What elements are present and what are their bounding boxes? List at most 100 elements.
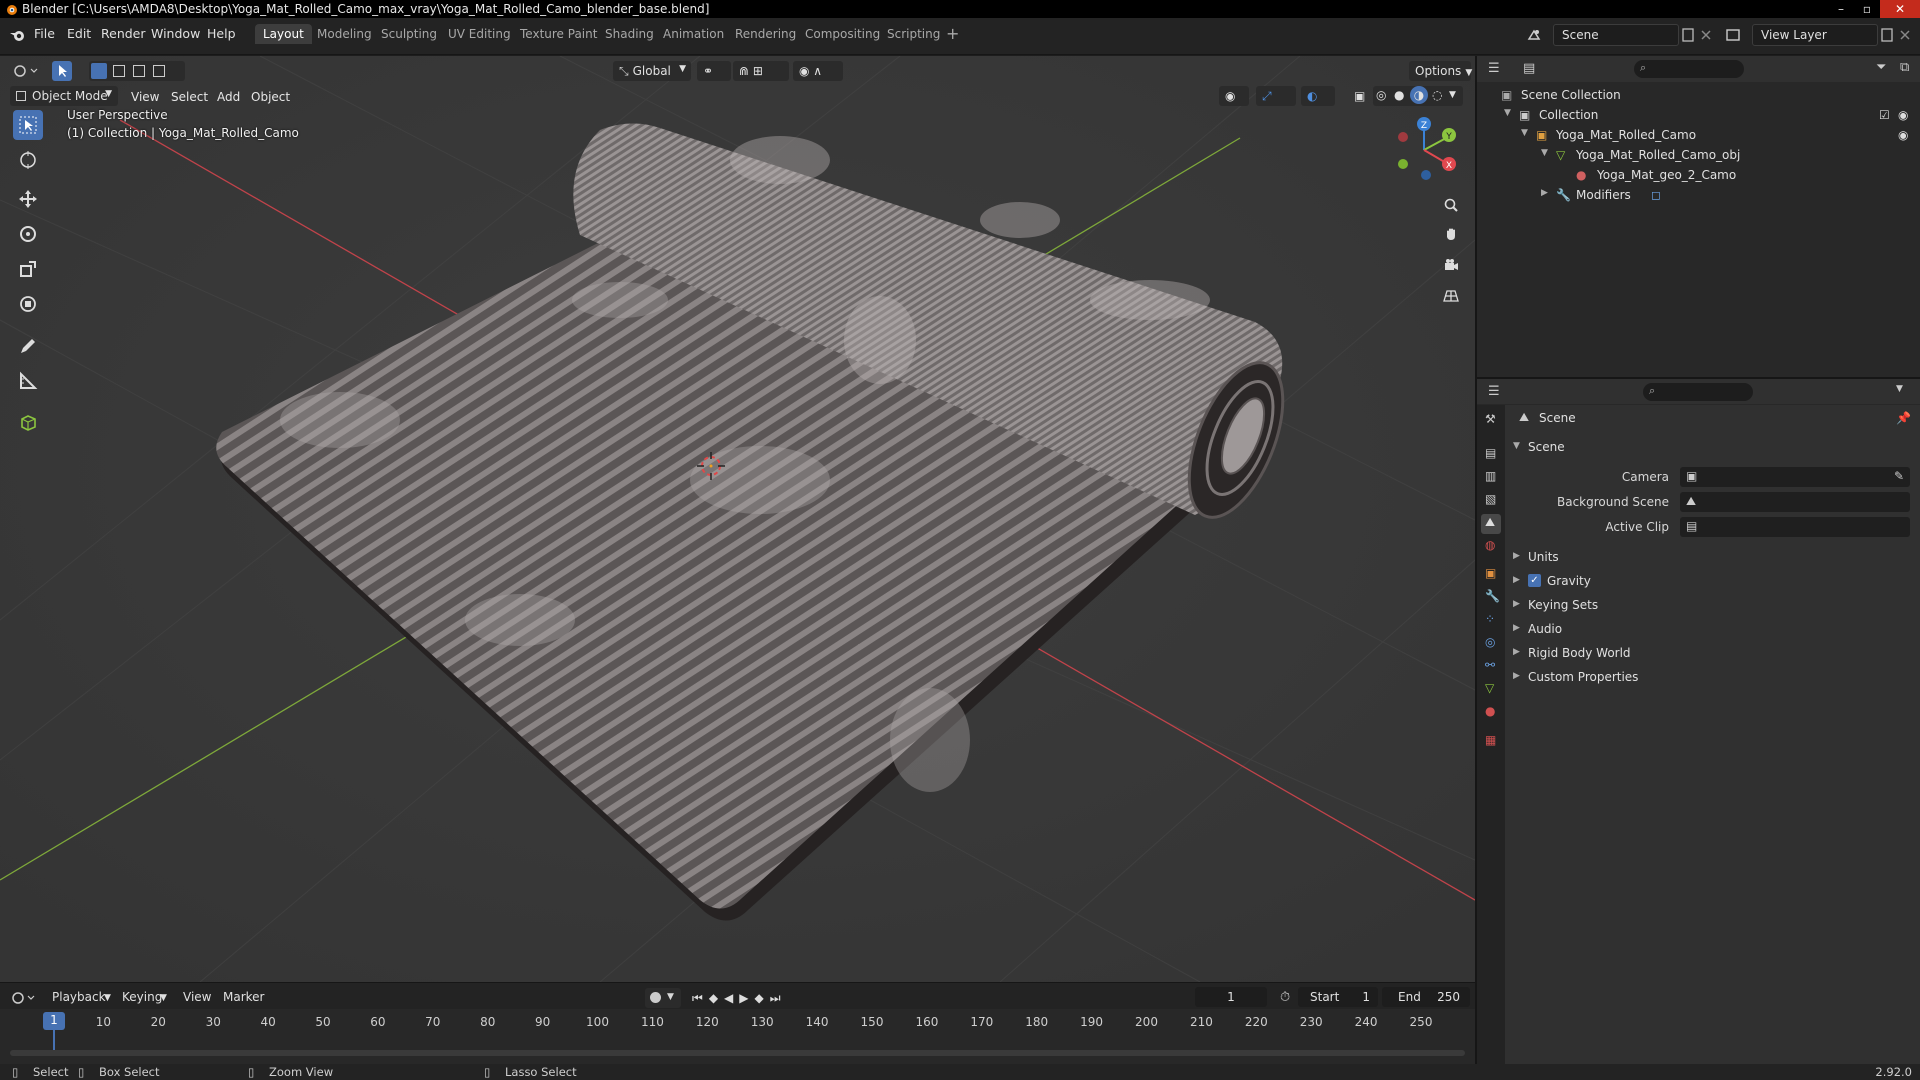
rendered-shading-icon[interactable]: ◌ — [1432, 88, 1442, 102]
outliner-row-material[interactable]: ● Yoga_Mat_geo_2_Camo — [1477, 165, 1920, 185]
gravity-checkbox[interactable]: ✓ — [1528, 574, 1541, 587]
tab-texture-paint[interactable]: Texture Paint — [512, 24, 605, 44]
tab-layout[interactable]: Layout — [255, 24, 312, 44]
collapse-arrow-icon[interactable]: ▶ — [1541, 188, 1548, 198]
stopwatch-icon[interactable]: ⏱ — [1280, 990, 1290, 1005]
camera-field[interactable]: ▣ ✎ — [1680, 467, 1910, 487]
object-mode-dropdown[interactable]: Object Mode ▼ — [10, 86, 118, 106]
properties-search-input[interactable]: ⌕ — [1643, 383, 1753, 401]
playhead-frame-badge[interactable]: 1 — [43, 1012, 65, 1030]
tool-select-box[interactable] — [13, 110, 43, 140]
viewport-menu-select[interactable]: Select — [171, 90, 208, 104]
timeline-editor-type-icon[interactable] — [10, 989, 38, 1007]
panel-custom-properties[interactable]: ▶ Custom Properties — [1507, 667, 1915, 689]
outliner-row-scene-collection[interactable]: ▣ Scene Collection — [1477, 85, 1920, 105]
outliner-row-modifiers[interactable]: ▶ 🔧 Modifiers ◻ — [1477, 185, 1920, 205]
minimize-button[interactable]: – — [1828, 0, 1854, 18]
view-layer-icon[interactable] — [1724, 26, 1742, 44]
tab-sculpting[interactable]: Sculpting — [373, 24, 445, 44]
select-subtract-icon[interactable] — [133, 65, 145, 77]
pin-icon[interactable]: 📌 — [1896, 411, 1911, 425]
transform-orientation-dropdown[interactable]: ⤡ Global ▼ — [613, 61, 691, 81]
camera-view-button[interactable] — [1438, 252, 1464, 278]
panel-audio[interactable]: ▶ Audio — [1507, 619, 1915, 641]
new-collection-icon[interactable]: ⧉ — [1900, 60, 1909, 75]
timeline-menu-marker[interactable]: Marker — [223, 990, 264, 1004]
delete-view-layer-icon[interactable] — [1896, 26, 1914, 44]
start-frame-field[interactable]: Start 1 — [1298, 987, 1378, 1007]
chevron-down-icon[interactable]: ▼ — [1896, 384, 1903, 394]
menu-file[interactable]: File — [34, 26, 55, 41]
outliner-row-collection[interactable]: ▼ ▣ Collection ☑ ◉ — [1477, 105, 1920, 125]
chevron-down-icon[interactable]: ▼ — [1449, 90, 1456, 100]
select-invert-icon[interactable] — [153, 65, 165, 77]
tab-view-layer[interactable]: ▧ — [1481, 491, 1501, 511]
solid-shading-icon[interactable]: ● — [1394, 88, 1404, 102]
menu-edit[interactable]: Edit — [67, 26, 91, 41]
outliner-row-object[interactable]: ▼ ▣ Yoga_Mat_Rolled_Camo ◉ — [1477, 125, 1920, 145]
play-reverse-icon[interactable]: ◀ — [724, 991, 733, 1005]
pivot-point-dropdown[interactable]: ⚭ — [697, 61, 731, 81]
menu-window[interactable]: Window — [151, 26, 200, 41]
exclude-checkbox-icon[interactable]: ☑ — [1879, 108, 1890, 122]
scene-icon[interactable] — [1525, 26, 1543, 44]
overlays-toggle[interactable]: ◐ — [1301, 86, 1335, 106]
outliner-search-input[interactable]: ⌕ — [1634, 60, 1744, 78]
tool-cursor[interactable] — [13, 145, 43, 175]
delete-scene-icon[interactable] — [1697, 26, 1715, 44]
expand-arrow-icon[interactable]: ▼ — [1504, 108, 1511, 118]
editor-type-icon[interactable] — [11, 61, 39, 81]
eye-icon[interactable]: ◉ — [1898, 108, 1908, 122]
menu-help[interactable]: Help — [207, 26, 236, 41]
tab-scene[interactable]: ⛰ — [1481, 514, 1501, 534]
tool-add-cube[interactable] — [13, 407, 43, 437]
outliner-row-mesh-data[interactable]: ▼ ▽ Yoga_Mat_Rolled_Camo_obj — [1477, 145, 1920, 165]
xray-toggle[interactable]: ▣ — [1348, 86, 1365, 106]
maximize-button[interactable]: ▫ — [1854, 0, 1880, 18]
filter-icon[interactable]: ⏷ — [1876, 60, 1886, 75]
view-layer-selector[interactable]: View Layer — [1752, 24, 1878, 46]
expand-arrow-icon[interactable]: ▼ — [1541, 148, 1548, 158]
wireframe-shading-icon[interactable]: ◎ — [1376, 88, 1386, 102]
outliner-editor-type-icon[interactable]: ☰ — [1488, 61, 1500, 76]
tool-rotate[interactable] — [13, 219, 43, 249]
tab-particles[interactable]: ⁘ — [1481, 611, 1501, 631]
jump-end-icon[interactable]: ⏭ — [770, 991, 781, 1006]
tab-output[interactable]: ▥ — [1481, 468, 1501, 488]
tab-tool[interactable]: ⚒ — [1481, 411, 1501, 431]
tab-object[interactable]: ▣ — [1481, 565, 1501, 585]
tab-modeling[interactable]: Modeling — [309, 24, 380, 44]
panel-units[interactable]: ▶ Units — [1507, 547, 1915, 569]
end-frame-field[interactable]: End 250 — [1382, 987, 1470, 1007]
tab-data[interactable]: ▽ — [1481, 680, 1501, 700]
viewport-menu-object[interactable]: Object — [251, 90, 290, 104]
panel-scene[interactable]: ▼ Scene — [1507, 437, 1915, 459]
tab-scripting[interactable]: Scripting — [879, 24, 948, 44]
viewport-menu-add[interactable]: Add — [217, 90, 240, 104]
tab-modifiers[interactable]: 🔧 — [1481, 588, 1501, 608]
select-new-icon[interactable] — [91, 63, 107, 79]
tool-measure[interactable] — [13, 366, 43, 396]
expand-arrow-icon[interactable]: ▼ — [1521, 128, 1528, 138]
jump-start-icon[interactable]: ⏮ — [692, 991, 703, 1006]
timeline-menu-view[interactable]: View — [183, 990, 211, 1004]
panel-gravity[interactable]: ▶ ✓ Gravity — [1507, 571, 1915, 593]
play-icon[interactable]: ▶ — [739, 991, 748, 1005]
new-scene-icon[interactable] — [1679, 26, 1697, 44]
viewport-menu-view[interactable]: View — [131, 90, 159, 104]
timeline-menu-playback[interactable]: Playback — [52, 990, 106, 1004]
background-scene-field[interactable]: ⛰ — [1680, 492, 1910, 512]
timeline-menu-keying[interactable]: Keying — [122, 990, 162, 1004]
pan-view-button[interactable] — [1438, 221, 1464, 247]
properties-editor-type-icon[interactable]: ☰ — [1488, 384, 1500, 399]
tab-material[interactable]: ● — [1481, 703, 1501, 723]
tab-shading[interactable]: Shading — [597, 24, 662, 44]
tool-annotate[interactable] — [13, 331, 43, 361]
panel-keying-sets[interactable]: ▶ Keying Sets — [1507, 595, 1915, 617]
zoom-view-button[interactable] — [1438, 192, 1464, 218]
eye-icon[interactable]: ◉ — [1898, 128, 1908, 142]
blender-menu-icon[interactable] — [9, 27, 27, 43]
gizmo-toggle[interactable]: ⤢ — [1256, 86, 1296, 106]
tool-move[interactable] — [13, 184, 43, 214]
tool-transform[interactable] — [13, 289, 43, 319]
